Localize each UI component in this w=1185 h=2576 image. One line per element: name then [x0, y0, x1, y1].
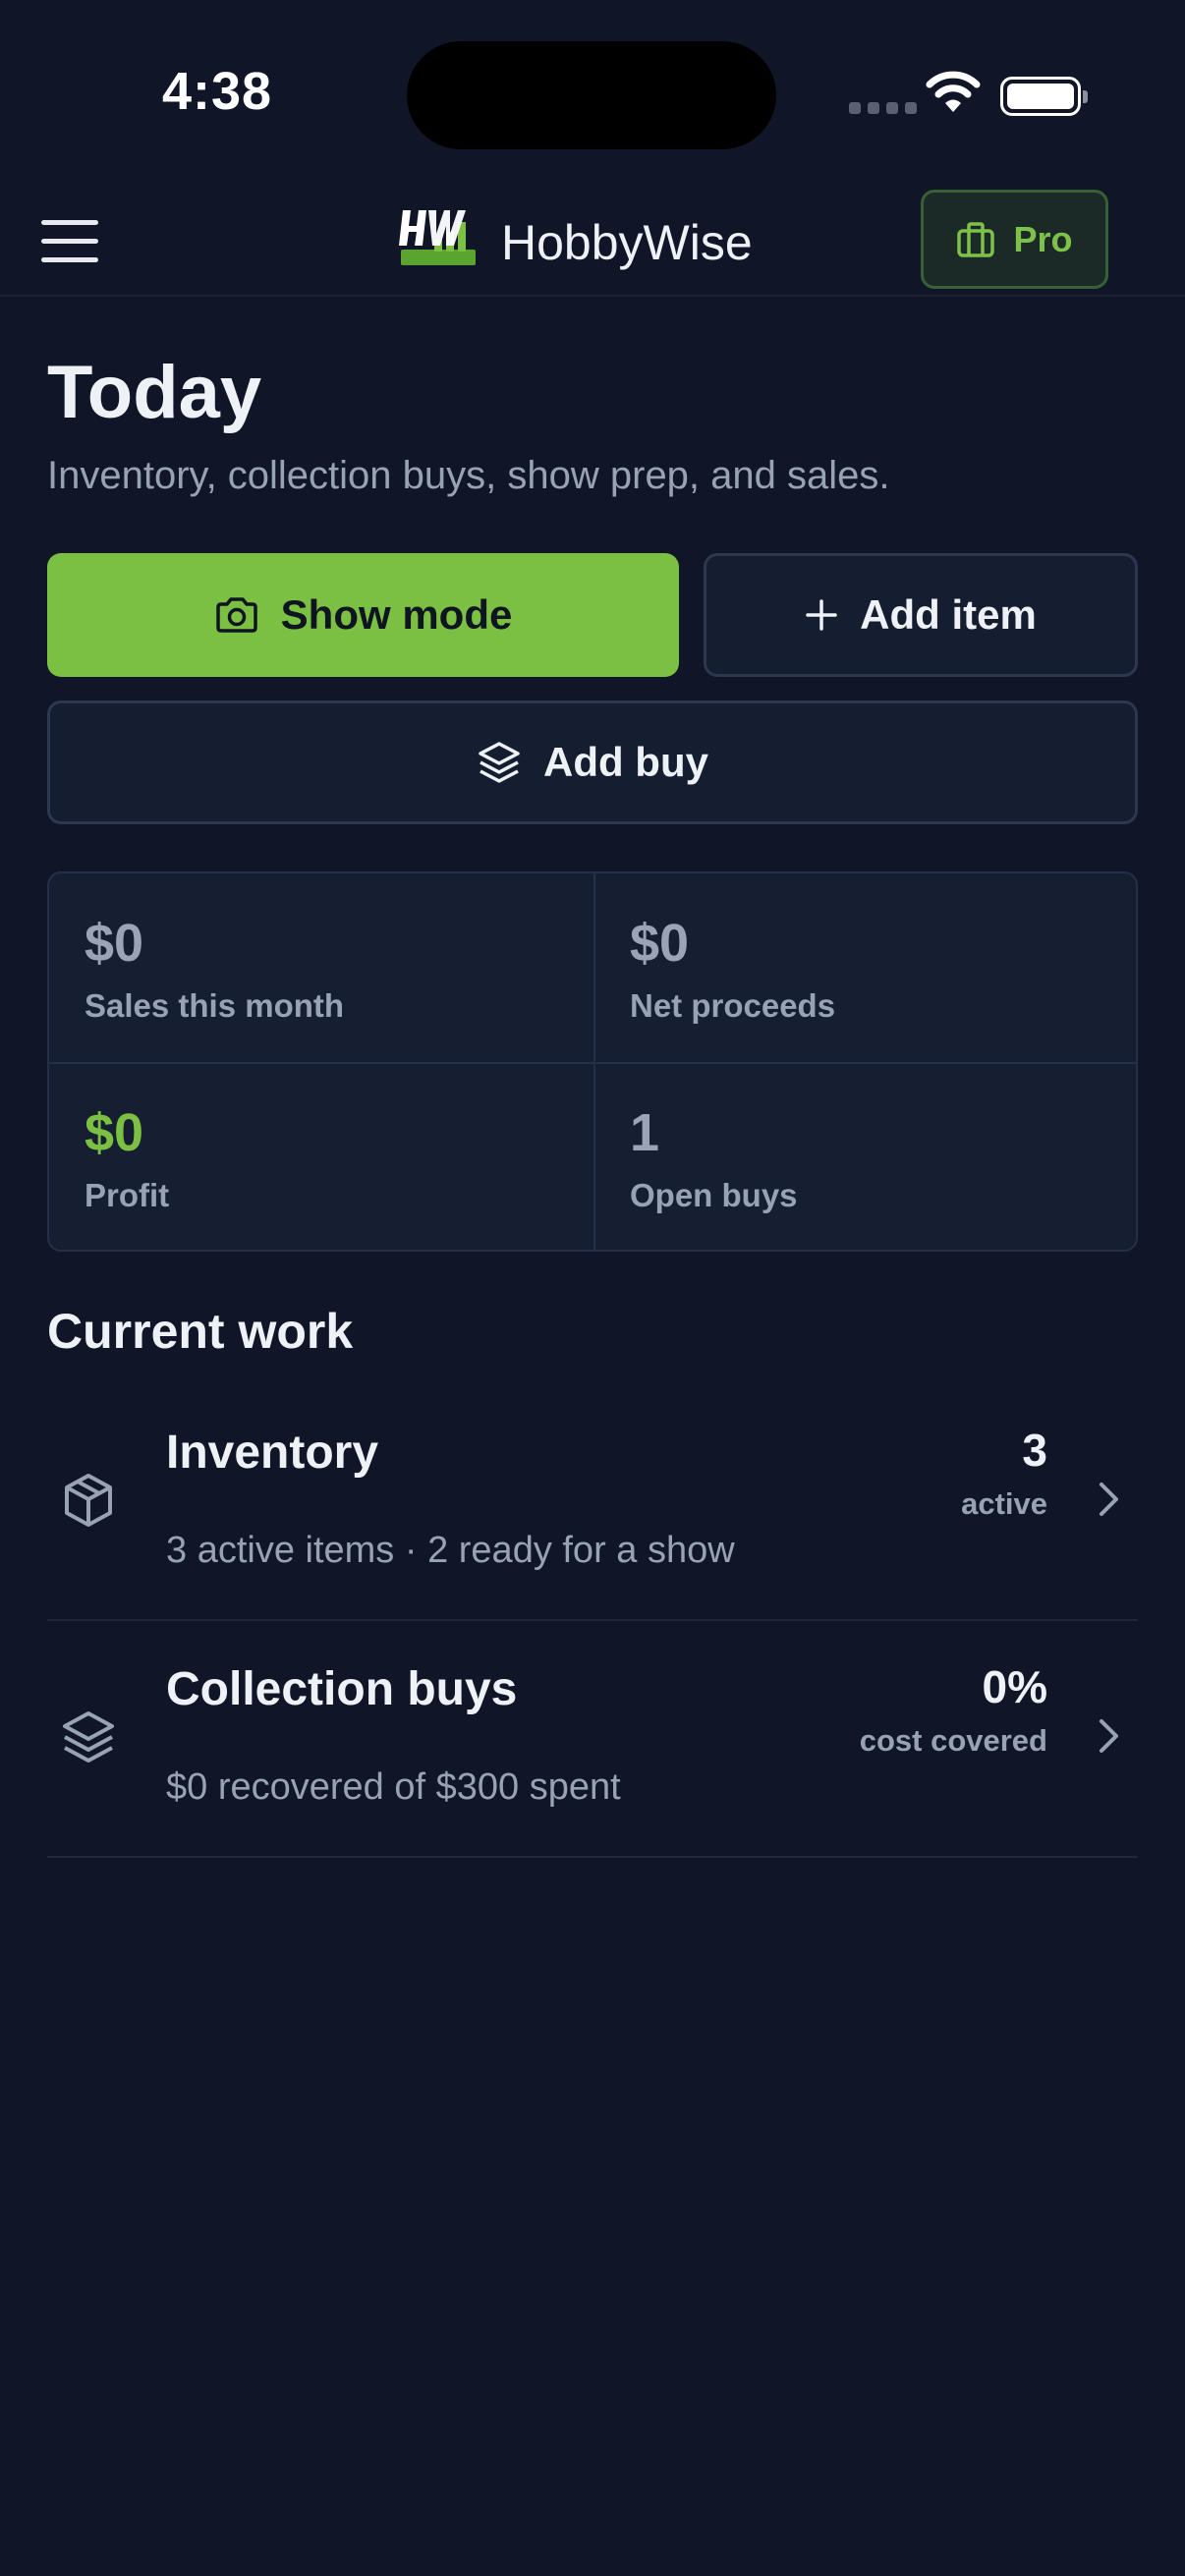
work-item-metric: 3: [1022, 1425, 1047, 1476]
layers-icon: [479, 742, 520, 783]
section-title-current-work: Current work: [47, 1304, 354, 1359]
status-bar: 4:38: [0, 0, 1185, 177]
add-buy-button[interactable]: Add buy: [47, 700, 1138, 824]
pro-label: Pro: [1013, 218, 1073, 259]
cellular-signal-icon: [849, 102, 917, 114]
page-title: Today: [47, 351, 262, 434]
chevron-right-icon: [1100, 1719, 1118, 1753]
stat-label: Open buys: [630, 1177, 798, 1213]
plus-icon: [806, 599, 837, 631]
stat-label: Sales this month: [85, 987, 345, 1024]
work-item-inventory[interactable]: Inventory 3 active items · 2 ready for a…: [47, 1384, 1138, 1621]
status-time: 4:38: [162, 62, 273, 121]
hobbywise-logo: [399, 210, 476, 265]
work-item-metric-label: active: [961, 1486, 1047, 1521]
add-item-label: Add item: [860, 591, 1037, 638]
add-buy-label: Add buy: [543, 739, 708, 785]
stat-value: $0: [630, 914, 690, 973]
battery-icon: [1000, 77, 1088, 116]
add-item-button[interactable]: Add item: [704, 553, 1138, 677]
show-mode-label: Show mode: [280, 591, 513, 638]
work-item-title: Inventory: [166, 1427, 379, 1479]
work-item-metric: 0%: [982, 1661, 1047, 1712]
page-subtitle: Inventory, collection buys, show prep, a…: [47, 454, 890, 497]
show-mode-button[interactable]: Show mode: [47, 553, 679, 677]
work-item-description: 3 active items · 2 ready for a show: [166, 1530, 735, 1571]
stat-open-buys: 1 Open buys: [630, 1102, 1136, 1214]
chevron-right-icon: [1100, 1483, 1118, 1516]
pro-button[interactable]: Pro: [921, 190, 1108, 289]
work-item-collection-buys[interactable]: Collection buys $0 recovered of $300 spe…: [47, 1621, 1138, 1858]
stat-profit: $0 Profit: [85, 1102, 595, 1214]
stat-value: $0: [85, 914, 144, 973]
menu-button[interactable]: [41, 220, 98, 263]
box-icon: [65, 1474, 112, 1527]
camera-icon: [215, 597, 257, 633]
stat-sales-this-month: $0 Sales this month: [85, 913, 595, 1025]
brand-name: HobbyWise: [501, 215, 753, 270]
app-header: HobbyWise Pro: [0, 177, 1185, 297]
stat-label: Profit: [85, 1177, 170, 1213]
wifi-icon: [926, 71, 981, 112]
work-item-description: $0 recovered of $300 spent: [166, 1766, 621, 1808]
work-item-metric-label: cost covered: [859, 1723, 1047, 1758]
work-item-title: Collection buys: [166, 1663, 518, 1715]
layers-icon: [63, 1711, 114, 1763]
stat-value: 1: [630, 1103, 660, 1162]
dynamic-island: [407, 41, 776, 149]
briefcase-icon: [957, 221, 995, 257]
stats-grid: $0 Sales this month $0 Net proceeds $0 P…: [47, 871, 1138, 1252]
app-screen: 4:38 HobbyWise Pro Today Inventory, coll…: [0, 0, 1185, 2576]
stat-label: Net proceeds: [630, 987, 836, 1024]
stat-value: $0: [85, 1103, 144, 1162]
stat-net-proceeds: $0 Net proceeds: [630, 913, 1136, 1025]
